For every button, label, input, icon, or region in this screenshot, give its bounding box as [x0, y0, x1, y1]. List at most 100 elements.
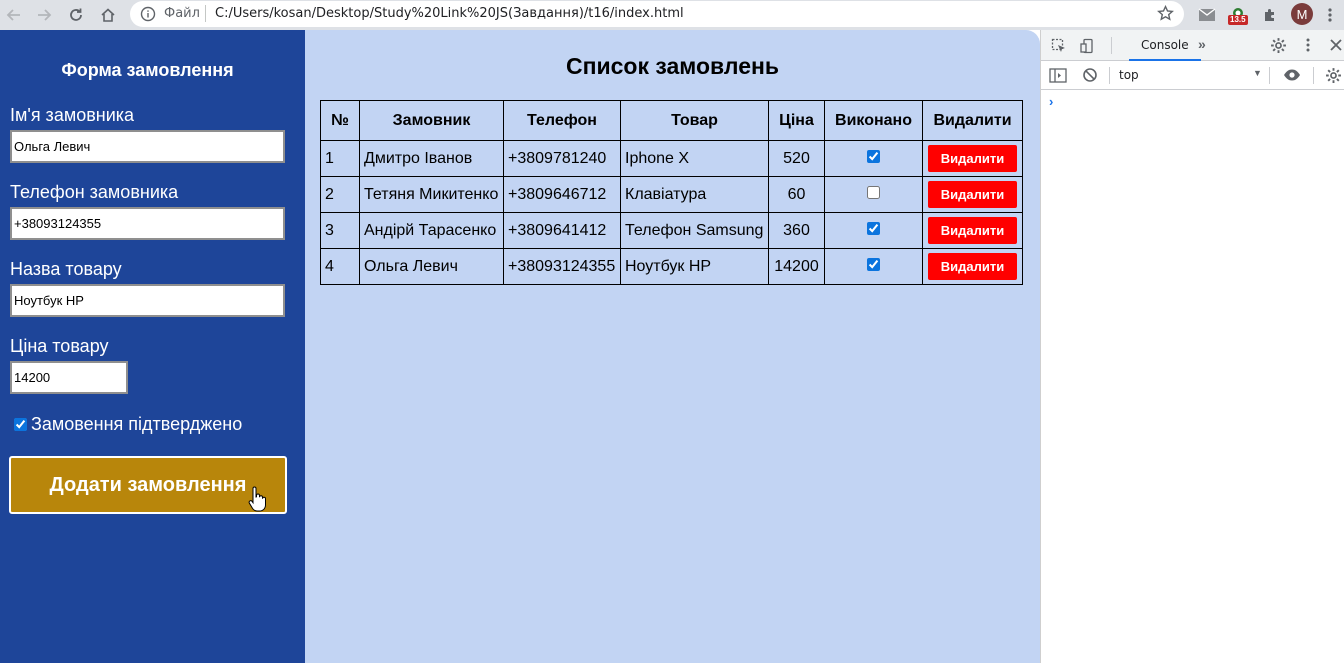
order-customer-cell: Ольга Левич: [359, 248, 504, 285]
delete-order-button[interactable]: Видалити: [928, 217, 1017, 244]
order-delete-cell: Видалити: [922, 248, 1023, 285]
order-price-cell: 520: [768, 140, 825, 177]
order-customer-cell: Андірй Тарасенко: [359, 212, 504, 249]
url-text[interactable]: C:/Users/kosan/Desktop/Study%20Link%20JS…: [215, 6, 684, 21]
close-devtools-icon[interactable]: [1327, 36, 1344, 54]
order-done-cell: [824, 140, 923, 177]
product-price-input[interactable]: [10, 361, 128, 394]
order-done-cell: [824, 212, 923, 249]
order-confirmed-checkbox[interactable]: [14, 418, 27, 431]
customer-name-input[interactable]: [10, 130, 285, 163]
device-toolbar-icon[interactable]: [1079, 37, 1097, 55]
order-number-cell: 3: [320, 212, 360, 249]
order-confirmed-label: Замовення підтверджено: [31, 414, 243, 434]
devtools-panel: Console » top ▼ ›: [1040, 30, 1344, 663]
inspect-element-icon[interactable]: [1050, 37, 1068, 55]
console-prompt-chevron-icon[interactable]: ›: [1049, 94, 1053, 109]
profile-avatar[interactable]: M: [1291, 3, 1313, 25]
orders-title: Список замовлень: [565, 53, 780, 79]
context-selector[interactable]: top: [1119, 68, 1139, 82]
column-header-done: Виконано: [824, 100, 923, 141]
order-done-cell: [824, 176, 923, 213]
order-done-checkbox[interactable]: [867, 221, 880, 235]
reload-icon: [70, 8, 82, 21]
delete-order-button[interactable]: Видалити: [928, 145, 1017, 172]
extension-badge-count: 13.5: [1228, 15, 1248, 25]
orders-table: № Замовник Телефон Товар Ціна Виконано В…: [320, 100, 1023, 285]
column-header-customer: Замовник: [359, 100, 504, 141]
confirmed-row: Замовення підтверджено: [14, 414, 242, 435]
customer-name-label: Ім'я замовника: [10, 105, 135, 125]
browser-toolbar: Файл C:/Users/kosan/Desktop/Study%20Link…: [0, 0, 1344, 30]
order-phone-cell: +3809781240: [503, 140, 621, 177]
product-name-input[interactable]: [10, 284, 285, 317]
clear-console-icon[interactable]: [1081, 66, 1099, 84]
mail-extension-icon[interactable]: [1196, 4, 1218, 26]
column-header-product: Товар: [620, 100, 769, 141]
column-header-price: Ціна: [768, 100, 825, 141]
bookmark-star-icon[interactable]: [1157, 5, 1174, 22]
hand-cursor-icon: [248, 486, 266, 512]
order-product-cell: Ноутбук HP: [620, 248, 769, 285]
forward-button[interactable]: [32, 3, 56, 27]
table-header-row: № Замовник Телефон Товар Ціна Виконано В…: [320, 100, 1023, 141]
toolbar-divider: [1109, 67, 1110, 84]
order-delete-cell: Видалити: [922, 176, 1023, 213]
context-dropdown-icon[interactable]: ▼: [1253, 68, 1262, 78]
back-button[interactable]: [2, 3, 26, 27]
column-header-delete: Видалити: [922, 100, 1023, 141]
info-icon[interactable]: [140, 6, 156, 22]
home-icon: [101, 8, 115, 22]
order-phone-cell: +38093124355: [503, 248, 621, 285]
home-button[interactable]: [96, 3, 120, 27]
order-done-checkbox[interactable]: [867, 257, 880, 271]
order-done-checkbox[interactable]: [867, 149, 880, 163]
more-tabs-icon[interactable]: »: [1198, 36, 1206, 52]
kebab-menu-icon[interactable]: [1322, 4, 1338, 26]
column-header-phone: Телефон: [503, 100, 621, 141]
settings-gear-icon[interactable]: [1269, 36, 1287, 54]
order-done-checkbox[interactable]: [867, 185, 880, 199]
devtools-tab-bar: Console »: [1041, 30, 1344, 61]
customer-phone-label: Телефон замовника: [10, 182, 179, 202]
order-done-cell: [824, 248, 923, 285]
order-form-panel: Форма замовлення Ім'я замовника Телефон …: [0, 30, 305, 663]
order-product-cell: Iphone X: [620, 140, 769, 177]
customer-phone-input[interactable]: [10, 207, 285, 240]
console-settings-gear-icon[interactable]: [1324, 66, 1342, 84]
delete-order-button[interactable]: Видалити: [928, 253, 1017, 280]
url-divider: [205, 5, 206, 22]
reload-button[interactable]: [64, 3, 88, 27]
order-number-cell: 1: [320, 140, 360, 177]
order-price-cell: 60: [768, 176, 825, 213]
table-row: 4 Ольга Левич +38093124355 Ноутбук HP 14…: [320, 248, 1023, 285]
table-row: 3 Андірй Тарасенко +3809641412 Телефон S…: [320, 212, 1023, 249]
order-delete-cell: Видалити: [922, 212, 1023, 249]
order-price-cell: 360: [768, 212, 825, 249]
order-price-cell: 14200: [768, 248, 825, 285]
sidebar-toggle-icon[interactable]: [1049, 66, 1067, 84]
order-number-cell: 4: [320, 248, 360, 285]
orders-panel: Список замовлень № Замовник Телефон Това…: [305, 30, 1040, 663]
order-product-cell: Телефон Samsung: [620, 212, 769, 249]
add-order-button[interactable]: Додати замовлення: [9, 456, 287, 514]
devtools-menu-icon[interactable]: [1299, 36, 1317, 54]
product-price-label: Ціна товару: [10, 336, 109, 356]
puzzle-extensions-icon[interactable]: [1259, 4, 1281, 26]
console-toolbar: top ▼: [1041, 61, 1344, 90]
arrow-left-icon: [6, 9, 20, 21]
column-header-number: №: [320, 100, 360, 141]
devtools-divider: [1111, 37, 1112, 54]
order-phone-cell: +3809641412: [503, 212, 621, 249]
toolbar-divider: [1269, 67, 1270, 84]
form-title: Форма замовлення: [61, 60, 234, 80]
product-name-label: Назва товару: [10, 259, 122, 279]
live-expression-eye-icon[interactable]: [1283, 66, 1301, 84]
address-bar[interactable]: Файл C:/Users/kosan/Desktop/Study%20Link…: [130, 1, 1184, 27]
order-number-cell: 2: [320, 176, 360, 213]
arrow-right-icon: [38, 9, 52, 21]
table-row: 2 Тетяня Микитенко +3809646712 Клавіатур…: [320, 176, 1023, 213]
delete-order-button[interactable]: Видалити: [928, 181, 1017, 208]
tab-console[interactable]: Console: [1129, 30, 1201, 61]
table-row: 1 Дмитро Іванов +3809781240 Iphone X 520…: [320, 140, 1023, 177]
